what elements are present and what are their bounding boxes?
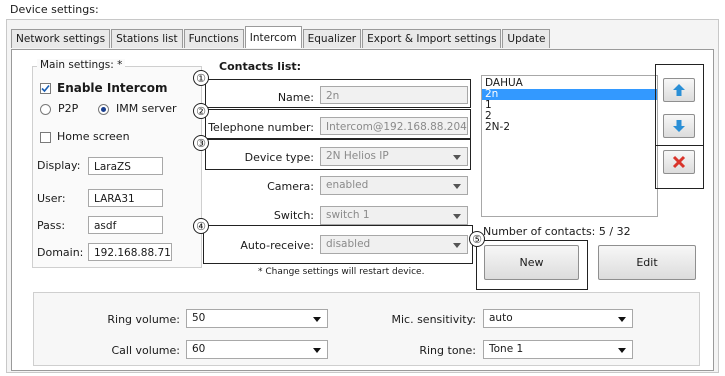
delete-button[interactable]: [663, 150, 695, 174]
callout-divider: [655, 145, 703, 146]
edit-button[interactable]: Edit: [598, 245, 696, 280]
tab-export-import[interactable]: Export & Import settings: [362, 29, 502, 48]
callout-number-5: ⑤: [469, 231, 485, 247]
arrow-up-icon: [673, 84, 685, 96]
contacts-listbox[interactable]: DAHUA 2n 1 2 2N-2: [481, 75, 658, 217]
pass-label: Pass:: [37, 219, 66, 232]
callout-number-2: ②: [193, 103, 209, 119]
tab-stations-list[interactable]: Stations list: [111, 29, 183, 48]
domain-input[interactable]: 192.168.88.71: [88, 243, 172, 261]
home-screen-label: Home screen: [57, 130, 130, 143]
home-screen-checkbox[interactable]: [40, 132, 51, 143]
ring-volume-value: 50: [192, 312, 206, 324]
tab-update[interactable]: Update: [502, 29, 551, 48]
enable-intercom-checkbox[interactable]: [40, 83, 51, 94]
list-item[interactable]: DAHUA: [482, 78, 657, 89]
new-button[interactable]: New: [484, 245, 579, 280]
list-item[interactable]: 2N-2: [482, 122, 657, 133]
imm-server-radio[interactable]: [98, 104, 109, 115]
callout-box-4: [203, 225, 473, 264]
tab-network-settings[interactable]: Network settings: [11, 29, 111, 48]
list-item[interactable]: 1: [482, 100, 657, 111]
mic-sensitivity-label: Mic. sensitivity:: [391, 313, 476, 326]
callout-number-3: ③: [193, 135, 209, 151]
enable-intercom-label: Enable Intercom: [57, 81, 168, 95]
contacts-count: Number of contacts: 5 / 32: [483, 225, 631, 238]
call-volume-label: Call volume:: [111, 344, 181, 357]
chevron-down-icon: [453, 184, 461, 189]
pass-input[interactable]: asdf: [88, 216, 163, 234]
mic-sensitivity-value: auto: [489, 312, 513, 324]
move-down-button[interactable]: [663, 114, 695, 138]
arrow-down-icon: [673, 120, 685, 132]
camera-select[interactable]: enabled: [320, 176, 468, 195]
move-up-button[interactable]: [663, 78, 695, 102]
callout-number-1: ①: [193, 70, 209, 86]
user-label: User:: [37, 192, 66, 205]
p2p-label: P2P: [58, 102, 79, 115]
imm-server-label: IMM server: [116, 102, 177, 115]
ring-volume-label: Ring volume:: [107, 313, 180, 326]
call-volume-value: 60: [192, 343, 206, 355]
camera-label: Camera:: [267, 180, 314, 193]
ring-tone-label: Ring tone:: [419, 344, 476, 357]
callout-box-1: [205, 79, 471, 108]
display-input[interactable]: LaraZS: [88, 157, 163, 175]
tab-bar: Network settings Stations list Functions…: [11, 26, 551, 49]
ring-tone-value: Tone 1: [489, 343, 524, 355]
switch-label: Switch:: [273, 209, 314, 222]
delete-x-icon: [672, 155, 686, 169]
contacts-list-title: Contacts list:: [219, 60, 302, 73]
ring-volume-select[interactable]: 50: [186, 309, 328, 328]
camera-value: enabled: [326, 179, 369, 191]
restart-note: * Change settings will restart device.: [258, 267, 425, 277]
ring-tone-select[interactable]: Tone 1: [483, 340, 633, 359]
checkmark-icon: [41, 84, 50, 93]
call-volume-select[interactable]: 60: [186, 340, 328, 359]
user-input[interactable]: LARA31: [88, 189, 163, 207]
list-item-selected[interactable]: 2n: [482, 89, 657, 100]
chevron-down-icon: [618, 348, 626, 353]
window-title: Device settings:: [10, 3, 99, 16]
callout-box-3: [205, 139, 471, 170]
mic-sensitivity-select[interactable]: auto: [483, 309, 633, 328]
tab-equalizer[interactable]: Equalizer: [302, 29, 362, 48]
main-settings-title: Main settings: *: [37, 59, 126, 71]
tab-functions[interactable]: Functions: [183, 29, 244, 48]
chevron-down-icon: [313, 317, 321, 322]
tab-intercom[interactable]: Intercom: [244, 26, 302, 48]
chevron-down-icon: [313, 348, 321, 353]
callout-number-4: ④: [193, 218, 209, 234]
callout-box-2: [205, 109, 471, 139]
chevron-down-icon: [618, 317, 626, 322]
switch-select[interactable]: switch 1: [320, 206, 468, 225]
display-label: Display:: [37, 159, 81, 172]
domain-label: Domain:: [37, 246, 84, 259]
switch-value: switch 1: [326, 209, 370, 221]
chevron-down-icon: [453, 214, 461, 219]
radio-dot-icon: [101, 107, 106, 112]
p2p-radio[interactable]: [40, 104, 51, 115]
